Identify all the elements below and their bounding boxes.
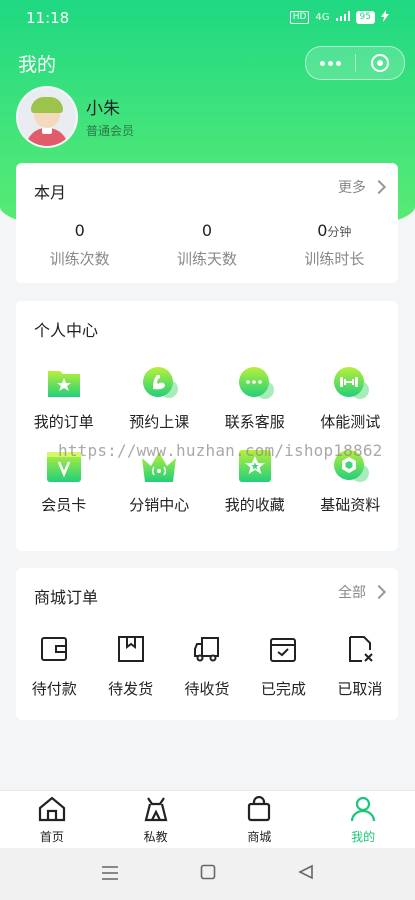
menu-icon[interactable]	[101, 865, 119, 884]
order-label: 待付款	[31, 680, 77, 698]
chat-bubble-icon	[235, 363, 275, 403]
network-label: 4G	[315, 12, 330, 23]
personal-center-grid: 我的订单 预约上课 联系客服 体能测试 会员卡 分销中心 我的收藏 基础资料	[16, 363, 398, 515]
tab-label: 私教	[143, 829, 168, 844]
grid-label: 会员卡	[41, 496, 87, 514]
mall-orders-card: 商城订单 全部 待付款 待发货 待收货 已完成 已取消	[16, 568, 398, 720]
stat-training-count: 0 训练次数	[16, 221, 143, 269]
monthly-stats-card: 本月 更多 0 训练次数 0 训练天数 0分钟 训练时长	[16, 163, 398, 283]
stat-unit: 分钟	[327, 225, 352, 239]
chevron-right-icon	[371, 179, 387, 195]
tab-home[interactable]: 首页	[0, 791, 104, 849]
pending-shipment-item[interactable]: 待发货	[92, 634, 168, 699]
back-triangle-icon[interactable]	[298, 864, 314, 884]
personal-center-card: 个人中心 我的订单 预约上课 联系客服 体能测试 会员卡 分销中心 我的收藏 基…	[16, 301, 398, 551]
tab-mine[interactable]: 我的	[311, 791, 415, 849]
home-square-icon[interactable]	[200, 864, 216, 884]
avatar[interactable]	[16, 86, 78, 148]
mini-program-capsule	[305, 46, 405, 80]
more-link[interactable]: 更多	[338, 177, 387, 197]
order-status-row: 待付款 待发货 待收货 已完成 已取消	[16, 634, 398, 699]
stat-label: 训练天数	[176, 250, 237, 268]
all-orders-link[interactable]: 全部	[338, 582, 387, 602]
stat-label: 训练次数	[49, 250, 110, 268]
mall-orders-title: 商城订单	[34, 588, 99, 607]
stat-training-days: 0 训练天数	[143, 221, 270, 269]
page-title: 我的	[18, 54, 57, 76]
wallet-icon	[39, 634, 69, 668]
pending-payment-item[interactable]: 待付款	[16, 634, 92, 699]
completed-item[interactable]: 已完成	[245, 634, 321, 699]
star-folder-icon	[44, 363, 84, 403]
more-label: 更多	[338, 180, 366, 196]
grid-label: 基础资料	[320, 496, 381, 514]
shopping-bag-icon	[245, 795, 273, 826]
tab-coach[interactable]: 私教	[104, 791, 208, 849]
member-level: 普通会员	[86, 124, 135, 138]
hd-badge: HD	[289, 11, 310, 24]
order-label: 已完成	[260, 680, 306, 698]
book-class-item[interactable]: 预约上课	[112, 363, 208, 432]
stat-label: 训练时长	[304, 250, 365, 268]
person-icon	[349, 796, 377, 826]
home-icon	[38, 796, 66, 826]
more-dots-icon	[319, 60, 341, 66]
tab-label: 商城	[247, 829, 272, 844]
bottom-tab-bar: 首页 私教 商城 我的	[0, 790, 415, 849]
my-orders-item[interactable]: 我的订单	[16, 363, 112, 432]
status-icons: HD 4G 95	[289, 10, 389, 25]
battery-icon: 95	[355, 11, 375, 24]
title-bar: 我的	[0, 40, 415, 84]
grid-label: 预约上课	[129, 413, 190, 431]
signal-icon	[335, 11, 350, 24]
charging-icon	[381, 10, 389, 25]
grid-label: 我的收藏	[224, 496, 285, 514]
order-label: 待收货	[184, 680, 230, 698]
document-cancel-icon	[345, 634, 375, 668]
status-bar: 11:18 HD 4G 95	[0, 0, 415, 36]
arm-muscle-icon	[139, 363, 179, 403]
cancelled-item[interactable]: 已取消	[322, 634, 398, 699]
order-label: 待发货	[108, 680, 154, 698]
watermark-url: https://www.huzhan.com/ishop18862	[58, 441, 383, 460]
grid-label: 体能测试	[320, 413, 381, 431]
stats-row: 0 训练次数 0 训练天数 0分钟 训练时长	[16, 221, 398, 269]
tab-mall[interactable]: 商城	[208, 791, 312, 849]
chevron-right-icon	[371, 584, 387, 600]
grid-label: 联系客服	[224, 413, 285, 431]
order-label: 已取消	[337, 680, 383, 698]
stat-value: 0	[317, 221, 328, 240]
system-nav-bar	[0, 848, 415, 900]
more-menu-button[interactable]	[306, 47, 355, 79]
personal-center-title: 个人中心	[34, 321, 99, 340]
status-time: 11:18	[26, 9, 70, 27]
coach-icon	[142, 796, 170, 826]
stat-value: 0	[201, 221, 213, 240]
dumbbell-icon	[330, 363, 370, 403]
package-box-icon	[116, 634, 146, 668]
tab-label: 首页	[39, 829, 64, 844]
all-label: 全部	[338, 585, 366, 601]
stat-value: 0	[74, 221, 85, 240]
close-mini-program-button[interactable]	[356, 47, 405, 79]
fitness-test-item[interactable]: 体能测试	[303, 363, 399, 432]
grid-label: 我的订单	[33, 413, 94, 431]
contact-service-item[interactable]: 联系客服	[207, 363, 303, 432]
grid-label: 分销中心	[129, 496, 190, 514]
tab-label: 我的	[351, 829, 376, 844]
delivery-truck-icon	[192, 634, 222, 668]
calendar-check-icon	[268, 634, 298, 668]
monthly-card-title: 本月	[34, 183, 67, 202]
target-icon	[370, 54, 389, 72]
username: 小朱	[86, 99, 120, 119]
stat-training-duration: 0分钟 训练时长	[271, 221, 398, 269]
pending-receipt-item[interactable]: 待收货	[169, 634, 245, 699]
